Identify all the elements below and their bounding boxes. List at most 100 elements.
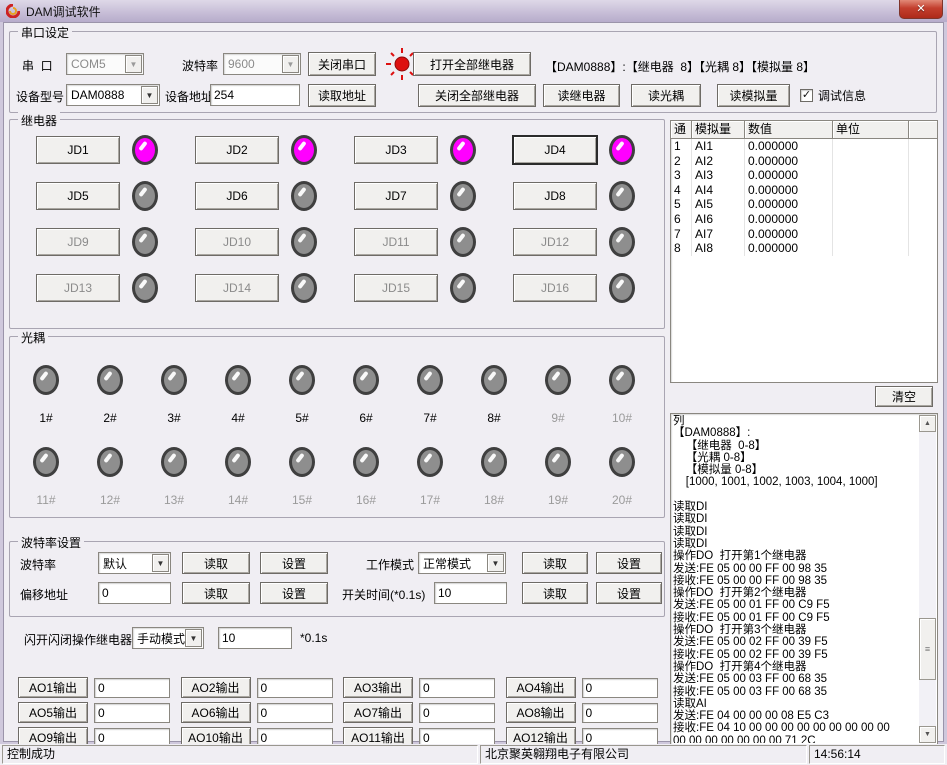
ao-output-input-4[interactable] xyxy=(582,678,658,698)
close-all-relays-button[interactable]: 关闭全部继电器 xyxy=(418,84,536,107)
relay-button-jd6[interactable]: JD6 xyxy=(195,182,279,210)
model-combo[interactable]: DAM0888 ▼ xyxy=(66,84,160,106)
analog-col-header[interactable] xyxy=(909,121,937,139)
relay-button-jd2[interactable]: JD2 xyxy=(195,136,279,164)
relay-button-jd7[interactable]: JD7 xyxy=(354,182,438,210)
opto-cell: 13# xyxy=(154,447,194,507)
app-window: DAM调试软件 ✕ 串口设定 串 口 COM5 ▼ 波特率 9600 ▼ 关闭串… xyxy=(0,0,947,765)
ao-cell: AO3输出 xyxy=(343,677,506,698)
ao-output-button-3[interactable]: AO3输出 xyxy=(343,677,413,698)
status-bar: 控制成功 北京聚英翱翔电子有限公司 14:56:14 xyxy=(0,744,947,765)
flash-mode-combo[interactable]: 手动模式 ▼ xyxy=(132,627,204,649)
relay-button-jd11: JD11 xyxy=(354,228,438,256)
analog-col-header[interactable]: 模拟量 xyxy=(692,121,745,139)
scrollbar-thumb[interactable]: ≡ xyxy=(919,618,936,680)
scroll-down-icon[interactable]: ▼ xyxy=(919,726,936,743)
relay-button-jd10: JD10 xyxy=(195,228,279,256)
read-analog-button[interactable]: 读模拟量 xyxy=(717,84,790,107)
ao-output-input-2[interactable] xyxy=(257,678,333,698)
ao-output-button-6[interactable]: AO6输出 xyxy=(181,702,251,723)
table-row: 1AI10.000000 xyxy=(671,139,937,154)
relay-cell: JD15 xyxy=(340,274,499,302)
ao-output-button-5[interactable]: AO5输出 xyxy=(18,702,88,723)
table-cell xyxy=(909,212,937,227)
relay-group-title: 继电器 xyxy=(18,112,60,129)
ao-output-button-4[interactable]: AO4输出 xyxy=(506,677,576,698)
flash-time-input[interactable] xyxy=(218,627,292,649)
opto-cell: 1# xyxy=(26,365,66,425)
table-cell xyxy=(909,139,937,154)
read-opto-button[interactable]: 读光耦 xyxy=(631,84,701,107)
baudrate-combo[interactable]: 默认 ▼ xyxy=(98,552,171,574)
opto-row-2: 11#12#13#14#15#16#17#18#19#20# xyxy=(26,447,642,507)
opto-led-icon xyxy=(225,447,251,477)
work-mode-read-button[interactable]: 读取 xyxy=(522,552,588,574)
work-mode-combo[interactable]: 正常模式 ▼ xyxy=(418,552,506,574)
opto-label: 5# xyxy=(295,411,308,425)
relay-button-jd13: JD13 xyxy=(36,274,120,302)
table-cell: 7 xyxy=(671,227,692,242)
clear-log-button[interactable]: 清空 xyxy=(875,386,933,407)
relay-led-icon xyxy=(291,181,317,211)
opto-label: 8# xyxy=(487,411,500,425)
checkbox-check-icon: ✓ xyxy=(800,89,813,102)
device-addr-input[interactable] xyxy=(210,84,300,106)
read-addr-button[interactable]: 读取地址 xyxy=(308,84,376,107)
scroll-up-icon[interactable]: ▲ xyxy=(919,415,936,432)
log-box[interactable]: 列 【DAM0888】: 【继电器 0-8】 【光耦 0-8】 【模拟量 0-8… xyxy=(670,413,938,745)
relay-button-jd3[interactable]: JD3 xyxy=(354,136,438,164)
relay-led-icon xyxy=(132,135,158,165)
main-content: 串口设定 串 口 COM5 ▼ 波特率 9600 ▼ 关闭串口 xyxy=(3,22,944,742)
debug-info-checkbox[interactable]: ✓ 调试信息 xyxy=(800,87,866,104)
opto-label: 9# xyxy=(551,411,564,425)
close-button[interactable]: ✕ xyxy=(899,0,943,19)
ao-output-button-2[interactable]: AO2输出 xyxy=(181,677,251,698)
port-combo[interactable]: COM5 ▼ xyxy=(66,53,144,75)
switch-time-input[interactable] xyxy=(434,582,507,604)
close-serial-button[interactable]: 关闭串口 xyxy=(308,52,376,76)
opto-label: 20# xyxy=(612,493,632,507)
offset-set-button[interactable]: 设置 xyxy=(260,582,328,604)
ao-output-input-8[interactable] xyxy=(582,703,658,723)
ao-output-input-5[interactable] xyxy=(94,703,170,723)
ao-output-button-1[interactable]: AO1输出 xyxy=(18,677,88,698)
relay-led-icon xyxy=(291,135,317,165)
offset-read-button[interactable]: 读取 xyxy=(182,582,250,604)
opto-led-icon xyxy=(97,365,123,395)
status-time: 14:56:14 xyxy=(809,745,945,764)
log-scrollbar[interactable]: ▲ ≡ ▼ xyxy=(919,415,936,743)
relay-cell: JD11 xyxy=(340,228,499,256)
baud-combo[interactable]: 9600 ▼ xyxy=(223,53,301,75)
relay-button-jd8[interactable]: JD8 xyxy=(513,182,597,210)
ao-output-input-6[interactable] xyxy=(257,703,333,723)
relay-button-jd1[interactable]: JD1 xyxy=(36,136,120,164)
opto-led-icon xyxy=(161,447,187,477)
opto-led-icon xyxy=(33,365,59,395)
offset-addr-input[interactable] xyxy=(98,582,171,604)
ao-output-input-1[interactable] xyxy=(94,678,170,698)
relay-cell: JD13 xyxy=(22,274,181,302)
table-cell xyxy=(909,183,937,198)
relay-led-icon xyxy=(609,181,635,211)
open-all-relays-button[interactable]: 打开全部继电器 xyxy=(413,52,531,76)
analog-col-header[interactable]: 单位 xyxy=(833,121,909,139)
table-cell: AI2 xyxy=(692,154,745,169)
relay-button-jd5[interactable]: JD5 xyxy=(36,182,120,210)
ao-output-input-3[interactable] xyxy=(419,678,495,698)
baud-set-button[interactable]: 设置 xyxy=(260,552,328,574)
switch-time-set-button[interactable]: 设置 xyxy=(596,582,662,604)
table-row: 8AI80.000000 xyxy=(671,241,937,256)
relay-led-icon xyxy=(132,227,158,257)
read-relay-button[interactable]: 读继电器 xyxy=(543,84,620,107)
ao-output-input-7[interactable] xyxy=(419,703,495,723)
baud-read-button[interactable]: 读取 xyxy=(182,552,250,574)
opto-label: 14# xyxy=(228,493,248,507)
relay-button-jd4[interactable]: JD4 xyxy=(513,136,597,164)
ao-output-button-7[interactable]: AO7输出 xyxy=(343,702,413,723)
analog-col-header[interactable]: 通 xyxy=(671,121,692,139)
ao-output-button-8[interactable]: AO8输出 xyxy=(506,702,576,723)
switch-time-read-button[interactable]: 读取 xyxy=(522,582,588,604)
work-mode-set-button[interactable]: 设置 xyxy=(596,552,662,574)
relay-led-icon xyxy=(450,135,476,165)
analog-col-header[interactable]: 数值 xyxy=(745,121,833,139)
